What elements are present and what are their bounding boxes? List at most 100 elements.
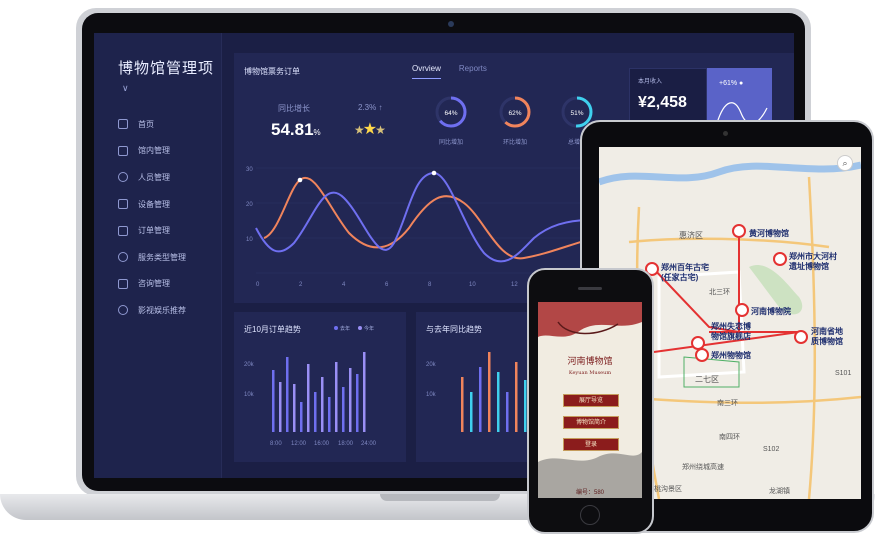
bar [335, 362, 338, 432]
tab-overview[interactable]: Ovrview [412, 64, 441, 79]
sidebar-nav: 首页 馆内管理 人员管理 设备管理 订单管理 服务类型管理 咨询管理 影视娱乐推… [118, 111, 186, 324]
stat-value: 54.81% [271, 120, 321, 139]
museum-logo: 河南博物馆 Keyuan Museum [567, 357, 613, 376]
svg-text:51%: 51% [570, 110, 583, 117]
y-tick: 20 [246, 202, 253, 208]
sidebar-item-staff[interactable]: 人员管理 [118, 164, 186, 191]
sidebar-item-consult[interactable]: 咨询管理 [118, 271, 186, 298]
sidebar-item-media[interactable]: 影视娱乐推荐 [118, 297, 186, 324]
home-button[interactable] [580, 505, 600, 525]
map-label: S102 [763, 446, 780, 453]
map-label: 河南博物院 [751, 307, 791, 316]
ring-stat-1: 64% 同比增加 [434, 95, 468, 146]
tab-reports[interactable]: Reports [459, 64, 487, 79]
bar [300, 402, 303, 432]
map-label: 遗址博物馆 [789, 262, 829, 271]
x-tick: 2 [299, 282, 303, 288]
map-label: 郑州绕城高速 [682, 464, 724, 471]
data-point [431, 170, 437, 176]
bar [279, 382, 282, 432]
museum-marker-icon [735, 303, 749, 317]
camera-icon [448, 21, 454, 27]
bar [356, 374, 359, 432]
map-label: 郑州百年古宅 [661, 263, 709, 272]
map-label: 郑州失恋博 [711, 322, 751, 331]
bar [349, 368, 352, 432]
login-button[interactable]: 登录 [563, 438, 619, 451]
app-title[interactable]: 博物馆管理项∨ [118, 57, 221, 95]
x-tick: 8 [428, 282, 432, 288]
bar [506, 392, 509, 432]
map-label: 二七区 [695, 375, 719, 384]
ring-stat-2: 62% 环比增加 [498, 95, 532, 146]
sidebar-item-services[interactable]: 服务类型管理 [118, 244, 186, 271]
speaker-grille [578, 287, 602, 290]
museum-marker-icon [691, 336, 705, 350]
laptop-notch [380, 494, 500, 501]
x-tick: 12 [511, 282, 518, 288]
map-label: 物馆旗舰店 [711, 332, 751, 341]
bar [461, 377, 464, 432]
exhibit-guide-button[interactable]: 展厅导览 [563, 394, 619, 407]
museum-marker-icon [773, 252, 787, 266]
x-tick: 6 [385, 282, 389, 288]
map-label: 南四环 [719, 434, 740, 441]
museum-marker-icon [732, 224, 746, 238]
phone-footer: 编号：580 [575, 490, 604, 496]
x-tick: 12:00 [291, 441, 307, 447]
map-label: 南三环 [717, 400, 738, 407]
museum-marker-icon [794, 330, 808, 344]
panel-title: 博物馆票务订单 [244, 67, 300, 76]
sidebar-item-orders[interactable]: 订单管理 [118, 217, 186, 244]
monitor-icon [118, 199, 128, 210]
ring-gauge: 62% [499, 96, 531, 128]
bar [321, 377, 324, 432]
x-tick: 16:00 [314, 441, 330, 447]
y-tick: 20k [244, 362, 255, 368]
x-tick: 4 [342, 282, 346, 288]
stat-label: 同比增长 [278, 104, 310, 113]
device-mockup: 博物馆管理项∨ 首页 馆内管理 人员管理 设备管理 订单管理 服务类型管理 咨询… [0, 0, 875, 541]
bar [470, 392, 473, 432]
y-tick: 10k [244, 392, 255, 398]
bar [342, 387, 345, 432]
x-tick: 0 [256, 282, 260, 288]
ring-gauge: 64% [435, 96, 467, 128]
chat-icon [118, 278, 128, 289]
x-tick: 8:00 [270, 441, 282, 447]
map-label: 河南省地 [811, 327, 843, 336]
svg-text:62%: 62% [508, 110, 521, 117]
sidebar-item-museum[interactable]: 馆内管理 [118, 138, 186, 165]
home-icon [118, 119, 128, 130]
bar [363, 352, 366, 432]
data-point [297, 177, 303, 183]
map-label: (任家古宅) [661, 273, 699, 282]
map-label: 质博物馆 [811, 337, 843, 346]
bar-chart: 20k 10k 8:00 12:00 16:00 18:00 24:00 [244, 352, 377, 447]
museum-intro-button[interactable]: 博物馆简介 [563, 416, 619, 429]
sidebar-item-home[interactable]: 首页 [118, 111, 186, 138]
list-icon [118, 225, 128, 236]
search-icon[interactable]: ⌕ [837, 155, 853, 171]
sidebar-item-devices[interactable]: 设备管理 [118, 191, 186, 218]
map-label: 郑州物物馆 [711, 351, 751, 360]
phone-app-screen: 河南博物馆 Keyuan Museum 展厅导览 博物馆简介 登录 编号：580 [538, 302, 642, 498]
bar [272, 370, 275, 432]
document-icon [118, 145, 128, 156]
map-label: 龙湖镇 [769, 488, 790, 495]
x-tick: 10 [469, 282, 476, 288]
chevron-down-icon[interactable]: ∨ [122, 83, 130, 93]
bars-group [272, 352, 366, 432]
bar [497, 372, 500, 432]
bar [328, 397, 331, 432]
tab-bar: Ovrview Reports [412, 64, 487, 79]
heart-icon [118, 252, 128, 263]
bar [307, 364, 310, 432]
camera-icon [723, 131, 728, 136]
museum-marker-icon [695, 348, 709, 362]
map-label: 郑州市大河村 [789, 252, 837, 261]
sidebar: 博物馆管理项∨ 首页 馆内管理 人员管理 设备管理 订单管理 服务类型管理 咨询… [94, 33, 222, 478]
bar [314, 392, 317, 432]
svg-text:64%: 64% [444, 110, 457, 117]
y-tick: 30 [246, 167, 253, 173]
